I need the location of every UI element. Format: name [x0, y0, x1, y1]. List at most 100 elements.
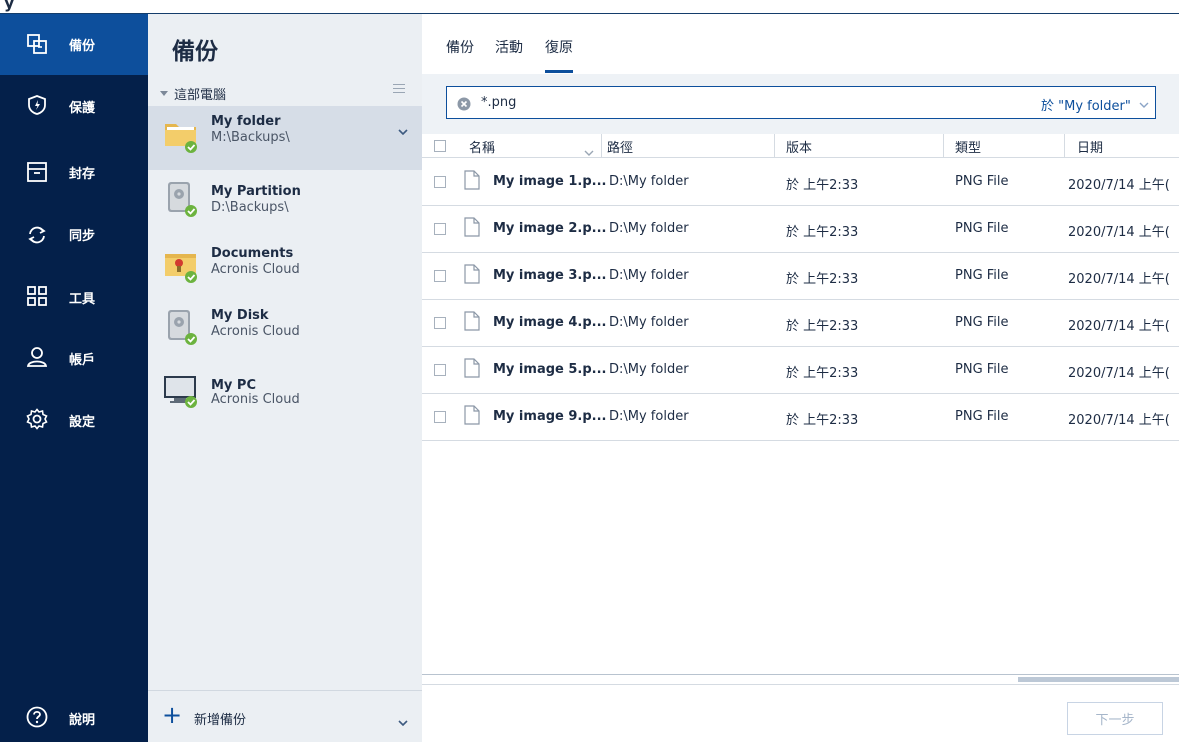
nav-label-settings: 設定 [69, 415, 96, 430]
file-date: 2020/7/14 上午( [1068, 319, 1170, 334]
backup-location: Acronis Cloud [211, 262, 300, 277]
section-menu-icon[interactable] [393, 84, 405, 96]
nav-item-settings[interactable]: 設定 [0, 388, 148, 449]
main-navigation: 備份 保護 封存 同步 工具 帳戶 設定 說明 [0, 14, 148, 742]
expand-chevron-icon[interactable] [398, 120, 408, 139]
sync-icon [24, 222, 50, 248]
scrollbar-thumb[interactable] [1018, 677, 1179, 682]
file-path: D:\My folder [609, 268, 689, 283]
backup-item-my-folder[interactable]: My folder M:\Backups\ [148, 106, 422, 170]
file-name: My image 2.p... [493, 221, 607, 236]
table-row[interactable]: My image 4.p... D:\My folder 於 上午2:33 PN… [422, 300, 1179, 347]
tab-backup[interactable]: 備份 [446, 37, 474, 57]
table-row[interactable]: My image 3.p... D:\My folder 於 上午2:33 PN… [422, 253, 1179, 300]
backup-location: Acronis Cloud [211, 392, 300, 407]
row-checkbox[interactable] [434, 411, 446, 423]
file-path: D:\My folder [609, 221, 689, 236]
table-row[interactable]: My image 5.p... D:\My folder 於 上午2:33 PN… [422, 347, 1179, 394]
row-checkbox[interactable] [434, 317, 446, 329]
horizontal-scrollbar[interactable] [422, 674, 1179, 682]
recovery-panel: 備份 活動 復原 *.png 於 "My folder" 名稱 路徑 版本 類型… [422, 14, 1179, 742]
file-icon [464, 264, 480, 284]
column-divider[interactable] [774, 134, 775, 158]
file-name: My image 3.p... [493, 268, 607, 283]
title-fragment: y [4, 0, 15, 12]
tab-recovery[interactable]: 復原 [545, 37, 573, 57]
backup-item-my-pc[interactable]: My PC Acronis Cloud [148, 362, 422, 426]
search-field[interactable]: *.png 於 "My folder" [446, 86, 1156, 119]
section-this-computer[interactable]: 這部電腦 [160, 84, 226, 103]
file-path: D:\My folder [609, 174, 689, 189]
sort-chevron-icon[interactable] [584, 141, 594, 160]
tools-grid-icon [24, 283, 50, 309]
add-backup-label: 新增備份 [194, 713, 247, 728]
plus-icon: + [162, 701, 183, 729]
row-checkbox[interactable] [434, 270, 446, 282]
column-header-type[interactable]: 類型 [955, 137, 981, 156]
backup-name: My PC [211, 378, 257, 393]
nav-item-archive[interactable]: 封存 [0, 141, 148, 202]
column-header-date[interactable]: 日期 [1077, 137, 1103, 156]
file-version: 於 上午2:33 [786, 366, 859, 381]
file-type: PNG File [955, 174, 1009, 189]
chevron-down-icon[interactable] [398, 711, 408, 730]
nav-item-protection[interactable]: 保護 [0, 75, 148, 136]
footer-divider [422, 684, 1179, 685]
backup-item-my-partition[interactable]: My Partition D:\Backups\ [148, 170, 422, 234]
column-divider[interactable] [943, 134, 944, 158]
file-icon [464, 217, 480, 237]
nav-label-tools: 工具 [69, 292, 96, 307]
file-type: PNG File [955, 409, 1009, 424]
file-name: My image 1.p... [493, 174, 607, 189]
nav-label-protection: 保護 [69, 101, 96, 116]
nav-label-sync: 同步 [69, 229, 96, 244]
tab-bar: 備份 活動 復原 [422, 14, 1179, 74]
row-checkbox[interactable] [434, 364, 446, 376]
backup-item-my-disk[interactable]: My Disk Acronis Cloud [148, 298, 422, 362]
file-date: 2020/7/14 上午( [1068, 413, 1170, 428]
file-icon [464, 170, 480, 190]
account-icon [24, 344, 50, 370]
row-checkbox[interactable] [434, 223, 446, 235]
column-divider[interactable] [1064, 134, 1065, 158]
file-date: 2020/7/14 上午( [1068, 225, 1170, 240]
nav-item-backup[interactable]: 備份 [0, 14, 148, 75]
tab-activity[interactable]: 活動 [495, 37, 523, 57]
add-backup-button[interactable]: + 新增備份 [148, 690, 422, 742]
clear-search-icon[interactable] [457, 96, 471, 111]
nav-label-help: 說明 [69, 713, 96, 728]
computer-icon [162, 370, 202, 410]
table-row[interactable]: My image 9.p... D:\My folder 於 上午2:33 PN… [422, 394, 1179, 441]
column-header-name[interactable]: 名稱 [469, 137, 495, 156]
archive-icon [24, 159, 50, 185]
backup-location: D:\Backups\ [211, 200, 289, 215]
help-icon [24, 704, 50, 730]
nav-item-help[interactable]: 說明 [0, 688, 148, 742]
column-header-path[interactable]: 路徑 [607, 137, 633, 156]
row-checkbox[interactable] [434, 176, 446, 188]
file-path: D:\My folder [609, 315, 689, 330]
table-row[interactable]: My image 1.p... D:\My folder 於 上午2:33 PN… [422, 159, 1179, 206]
file-icon [464, 405, 480, 425]
column-divider[interactable] [601, 134, 602, 158]
app-window: y 備份 保護 封存 同步 工具 帳戶 設定 說明 備份 這部電腦 My fol… [0, 0, 1179, 742]
file-path: D:\My folder [609, 409, 689, 424]
next-button[interactable]: 下一步 [1067, 702, 1163, 735]
file-version: 於 上午2:33 [786, 225, 859, 240]
search-scope-dropdown[interactable]: 於 "My folder" [1041, 95, 1149, 114]
nav-label-archive: 封存 [69, 167, 96, 182]
file-date: 2020/7/14 上午( [1068, 272, 1170, 287]
file-type: PNG File [955, 268, 1009, 283]
nav-item-account[interactable]: 帳戶 [0, 327, 148, 388]
folder-icon [162, 114, 202, 154]
search-input[interactable]: *.png [481, 95, 516, 110]
file-version: 於 上午2:33 [786, 319, 859, 334]
disk-icon [162, 306, 202, 346]
table-row[interactable]: My image 2.p... D:\My folder 於 上午2:33 PN… [422, 206, 1179, 253]
backup-item-documents[interactable]: Documents Acronis Cloud [148, 234, 422, 298]
select-all-checkbox[interactable] [434, 140, 446, 152]
nav-item-sync[interactable]: 同步 [0, 202, 148, 263]
nav-label-account: 帳戶 [69, 353, 96, 368]
column-header-version[interactable]: 版本 [786, 137, 812, 156]
nav-item-tools[interactable]: 工具 [0, 266, 148, 327]
